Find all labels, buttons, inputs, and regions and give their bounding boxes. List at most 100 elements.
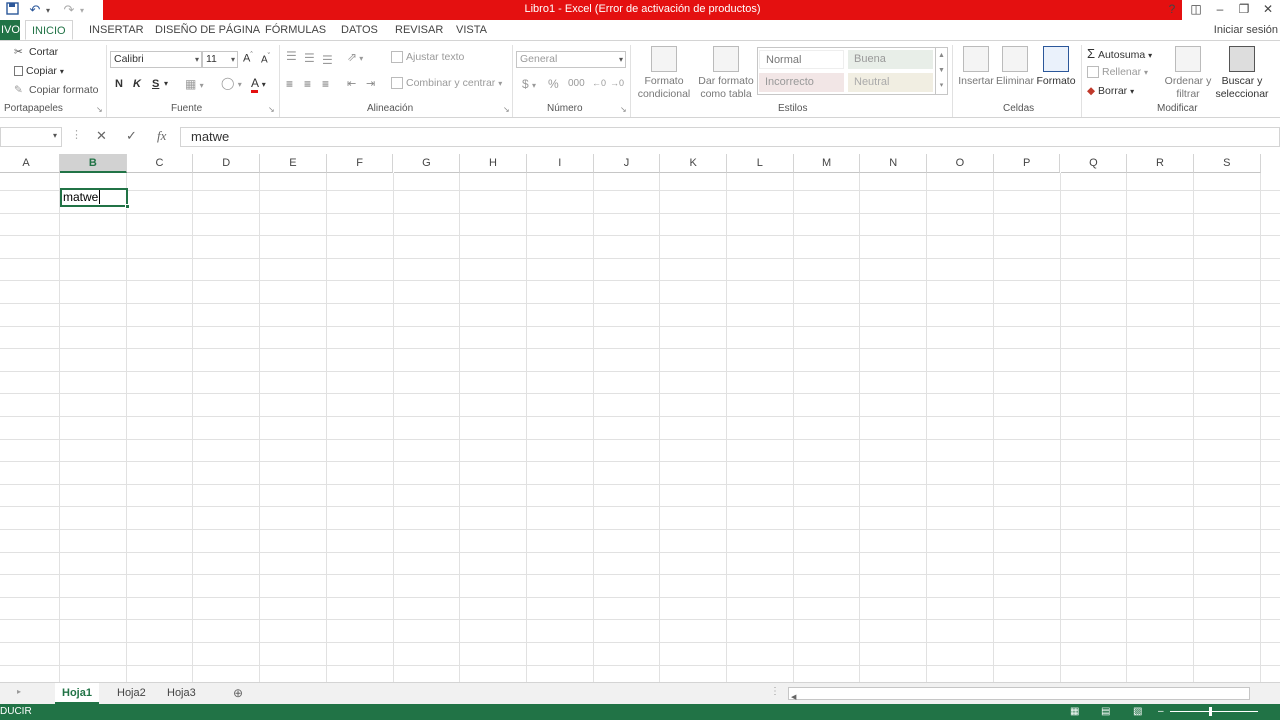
formula-input[interactable]: matwe [180, 127, 1280, 147]
sheet-tab-hoja2[interactable]: Hoja2 [110, 683, 153, 704]
column-header-g[interactable]: G [393, 154, 461, 173]
bold-button[interactable]: N [115, 78, 123, 90]
italic-button[interactable]: K [133, 78, 141, 90]
tab-view[interactable]: VISTA [450, 20, 493, 40]
underline-button[interactable]: S [152, 78, 159, 90]
column-header-f[interactable]: F [326, 154, 394, 173]
increase-indent-icon[interactable]: ⇥ [366, 77, 375, 90]
column-header-h[interactable]: H [460, 154, 527, 173]
column-header-m[interactable]: M [793, 154, 861, 173]
increase-decimal-icon[interactable]: ←0 [592, 78, 606, 88]
format-painter-button[interactable]: ✎ Copiar formato [14, 84, 98, 96]
dialog-launcher-icon[interactable]: ↘ [620, 105, 627, 114]
column-header-n[interactable]: N [860, 154, 928, 173]
insert-cells-button[interactable]: Insertar [957, 46, 995, 88]
column-header-p[interactable]: P [993, 154, 1061, 173]
sheet-tab-hoja1[interactable]: Hoja1 [55, 683, 99, 704]
restore-button[interactable]: ❐ [1232, 0, 1256, 20]
copy-button[interactable]: Copiar ▾ [14, 65, 64, 77]
comma-style-icon[interactable]: 000 [568, 78, 585, 89]
autosum-button[interactable]: Σ Autosuma ▾ [1087, 46, 1152, 61]
column-header-l[interactable]: L [727, 154, 794, 173]
number-format-select[interactable]: General ▾ [516, 51, 626, 68]
align-left-icon[interactable]: ≡ [286, 77, 293, 91]
style-normal[interactable]: Normal [759, 50, 844, 69]
column-header-b[interactable]: B [60, 154, 127, 173]
zoom-out-icon[interactable]: – [1158, 704, 1164, 720]
align-right-icon[interactable]: ≡ [322, 77, 329, 91]
horizontal-scrollbar[interactable]: ◀ [788, 687, 1250, 701]
align-center-icon[interactable]: ≡ [304, 77, 311, 91]
dialog-launcher-icon[interactable]: ↘ [96, 105, 103, 114]
tab-file[interactable]: IVO [0, 20, 20, 40]
wrap-text-button[interactable]: Ajustar texto [391, 51, 464, 64]
zoom-slider[interactable] [1170, 711, 1258, 712]
cut-button[interactable]: ✂ Cortar [14, 46, 58, 58]
conditional-format-button[interactable]: Formato condicional [634, 46, 694, 101]
split-grip-icon[interactable]: ⋮ [770, 686, 780, 697]
style-neutral[interactable]: Neutral [848, 73, 933, 92]
close-button[interactable]: ✕ [1256, 0, 1280, 20]
align-top-icon[interactable]: ☰ [286, 49, 297, 63]
borders-icon[interactable]: ▦ ▾ [185, 77, 204, 91]
add-sheet-icon[interactable]: ⊕ [233, 686, 243, 700]
confirm-entry-icon[interactable]: ✓ [126, 128, 137, 144]
font-name-select[interactable]: Calibri ▾ [110, 51, 202, 68]
column-header-s[interactable]: S [1193, 154, 1261, 173]
column-header-a[interactable]: A [0, 154, 60, 173]
minimize-button[interactable]: – [1208, 0, 1232, 20]
fill-button[interactable]: Rellenar ▾ [1087, 66, 1148, 79]
sheet-tab-hoja3[interactable]: Hoja3 [160, 683, 203, 704]
undo-icon[interactable]: ↶ [24, 2, 46, 18]
style-good[interactable]: Buena [848, 50, 933, 69]
gallery-scroll[interactable]: ▲ ▼ ▾ [935, 48, 947, 94]
tab-page-layout[interactable]: DISEÑO DE PÁGINA [149, 20, 266, 40]
tab-formulas[interactable]: FÓRMULAS [259, 20, 332, 40]
percent-button[interactable]: % [548, 77, 559, 91]
align-middle-icon[interactable]: ☰ [304, 51, 315, 65]
redo-icon[interactable]: ↷ [58, 2, 80, 18]
scroll-tabs-left-icon[interactable]: ▸ [17, 687, 21, 696]
page-layout-icon[interactable]: ▤ [1101, 704, 1110, 720]
sort-filter-button[interactable]: Ordenar y filtrar [1163, 46, 1213, 101]
insert-function-icon[interactable]: fx [157, 128, 166, 144]
active-cell-b2[interactable]: matwe [60, 188, 130, 209]
ribbon-options-icon[interactable]: ◫ [1184, 0, 1208, 20]
fill-handle[interactable] [125, 204, 130, 209]
column-header-i[interactable]: I [526, 154, 594, 173]
clear-button[interactable]: ◆ Borrar ▾ [1087, 85, 1134, 97]
font-size-select[interactable]: 11 ▾ [202, 51, 238, 68]
column-header-c[interactable]: C [126, 154, 194, 173]
column-header-k[interactable]: K [660, 154, 727, 173]
column-header-e[interactable]: E [260, 154, 327, 173]
decrease-decimal-icon[interactable]: →0 [610, 78, 624, 88]
shrink-font-icon[interactable]: Aˇ [261, 53, 270, 65]
undo-dropdown-icon[interactable]: ▾ [46, 6, 58, 15]
font-color-icon[interactable]: A ▾ [251, 76, 266, 93]
column-header-r[interactable]: R [1127, 154, 1194, 173]
cancel-entry-icon[interactable]: ✕ [96, 128, 107, 144]
column-header-j[interactable]: J [593, 154, 661, 173]
column-header-q[interactable]: Q [1060, 154, 1128, 173]
style-bad[interactable]: Incorrecto [759, 73, 844, 92]
normal-view-icon[interactable]: ▦ [1070, 704, 1079, 720]
dialog-launcher-icon[interactable]: ↘ [503, 105, 510, 114]
delete-cells-button[interactable]: Eliminar [995, 46, 1035, 88]
redo-dropdown-icon[interactable]: ▾ [80, 6, 92, 15]
merge-center-button[interactable]: Combinar y centrar ▾ [391, 77, 502, 90]
name-box[interactable]: ▾ [0, 127, 62, 147]
dialog-launcher-icon[interactable]: ↘ [268, 105, 275, 114]
tab-home[interactable]: INICIO [25, 20, 73, 40]
worksheet-grid[interactable]: ABCDEFGHIJKLMNOPQRS [0, 154, 1280, 682]
sign-in-link[interactable]: Iniciar sesión [1214, 20, 1278, 40]
find-select-button[interactable]: Buscar y seleccionar [1213, 46, 1271, 101]
zoom-thumb[interactable] [1209, 707, 1212, 716]
page-break-icon[interactable]: ▧ [1133, 704, 1142, 720]
scroll-left-icon[interactable]: ◀ [789, 694, 796, 701]
align-bottom-icon[interactable]: ☰ [322, 53, 333, 67]
column-header-d[interactable]: D [193, 154, 261, 173]
save-icon[interactable] [0, 2, 24, 18]
tab-review[interactable]: REVISAR [389, 20, 449, 40]
tab-data[interactable]: DATOS [335, 20, 384, 40]
format-as-table-button[interactable]: Dar formato como tabla [696, 46, 756, 101]
